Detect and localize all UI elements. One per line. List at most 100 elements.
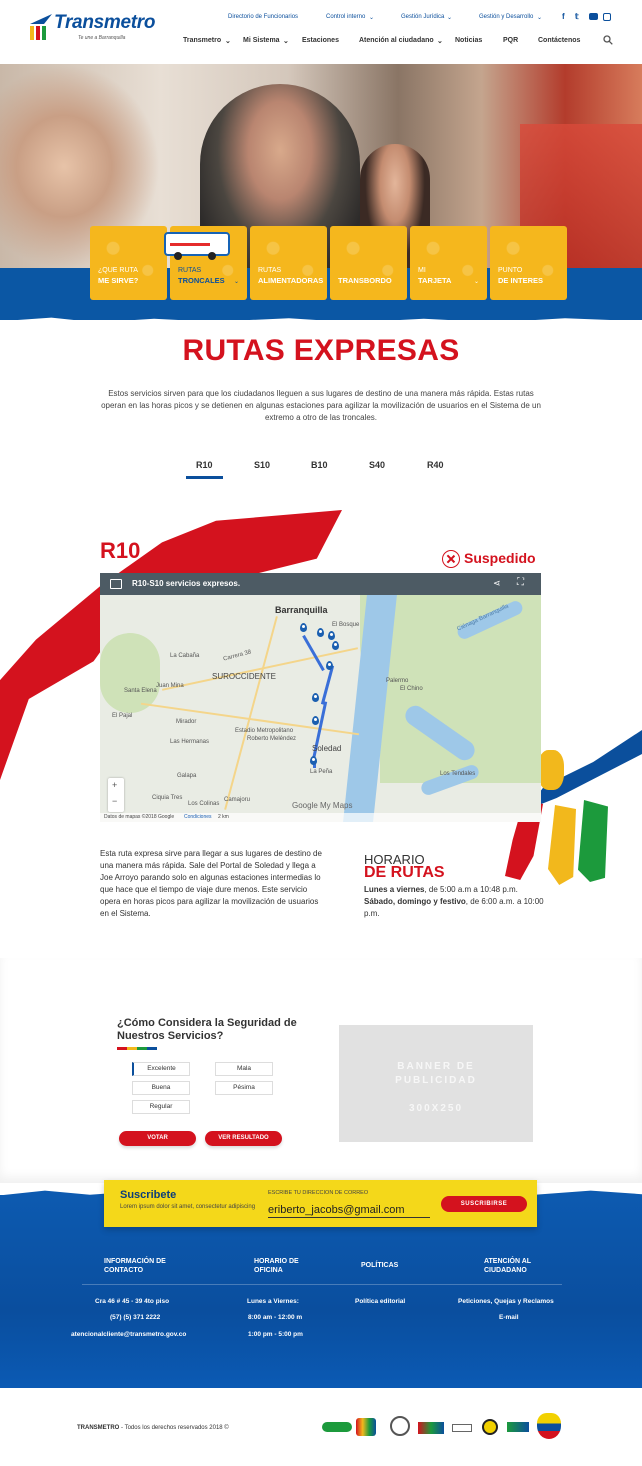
- tile-label-line1: ¿Que ruta: [98, 267, 138, 274]
- footer-phone[interactable]: (57) (5) 371 2222: [110, 1314, 160, 1321]
- map-label: Mirador: [176, 719, 197, 725]
- partner-logo-ritmo[interactable]: [322, 1416, 352, 1440]
- top-link-gestion-desarrollo[interactable]: Gestión y Desarrollo: [479, 14, 533, 20]
- map-menu-icon[interactable]: [110, 579, 122, 589]
- map-station-pin[interactable]: [300, 623, 307, 632]
- partner-logo-transmetro-badge[interactable]: [482, 1416, 502, 1440]
- copyright-text: - Todos los derechos reservados 2018 ©: [121, 1425, 229, 1431]
- partner-logo-findeter[interactable]: [507, 1416, 531, 1440]
- map-label: Galapa: [177, 773, 197, 779]
- footer-email[interactable]: atencionalcliente@transmetro.gov.co: [71, 1331, 186, 1338]
- zoom-out-icon[interactable]: −: [112, 796, 117, 806]
- poll-option-mala[interactable]: Mala: [215, 1062, 273, 1076]
- map-title: R10-S10 servicios expresos.: [132, 579, 241, 588]
- tile-pattern: [490, 226, 567, 300]
- partner-logo-biky[interactable]: [452, 1416, 474, 1440]
- route-map[interactable]: Barranquilla SUROCCIDENTE Soledad Estadi…: [100, 573, 541, 822]
- tab-s40[interactable]: S40: [369, 460, 385, 470]
- instagram-icon[interactable]: [603, 13, 611, 21]
- tile-label-line2: Tarjeta: [418, 276, 452, 285]
- fullscreen-icon[interactable]: ⛶: [517, 577, 524, 588]
- nav-atencion-ciudadano[interactable]: Atención al ciudadano: [359, 37, 434, 44]
- map-label: Barranquilla: [275, 605, 328, 615]
- chevron-down-icon: ⌄: [537, 15, 543, 21]
- decor-brush-yellow: [538, 750, 564, 790]
- map-green-area: [100, 633, 160, 713]
- map-conditions-link[interactable]: Condiciones: [184, 814, 212, 820]
- schedule-weekend: Sábado, domingo y festivo, de 6:00 a.m. …: [364, 896, 544, 920]
- map-label: La Cabaña: [170, 653, 200, 659]
- poll-option-pesima[interactable]: Pésima: [215, 1081, 273, 1095]
- vote-button[interactable]: VOTAR: [119, 1131, 196, 1146]
- partner-logo-shape: [390, 1416, 410, 1436]
- map-station-pin[interactable]: [332, 641, 339, 650]
- tab-b10[interactable]: B10: [311, 460, 328, 470]
- logo-text: Transmetro: [54, 12, 156, 33]
- poll-option-regular[interactable]: Regular: [132, 1100, 190, 1114]
- map-title-bar: R10-S10 servicios expresos. ⋖ ⛶: [100, 573, 541, 595]
- footer-hours-morning: 8:00 am - 12:00 m: [248, 1314, 303, 1321]
- tile-rutas-alimentadoras[interactable]: Rutas Alimentadoras: [250, 226, 327, 300]
- map-station-pin[interactable]: [326, 661, 333, 670]
- nav-pqr[interactable]: PQR: [503, 37, 518, 44]
- footer-link-email[interactable]: E-mail: [499, 1314, 519, 1321]
- tile-mi-tarjeta[interactable]: Mi Tarjeta ⌄: [410, 226, 487, 300]
- map-label: Las Hermanas: [170, 739, 210, 745]
- view-results-button[interactable]: VER RESULTADO: [205, 1131, 282, 1146]
- chevron-down-icon: ⌄: [369, 15, 375, 21]
- poll-option-excelente[interactable]: Excelente: [132, 1062, 190, 1076]
- tile-label-line1: Mi: [418, 267, 426, 274]
- youtube-icon[interactable]: [589, 13, 598, 20]
- tab-r10[interactable]: R10: [196, 460, 213, 470]
- tab-r40[interactable]: R40: [427, 460, 444, 470]
- tile-que-ruta[interactable]: ¿Que ruta me sirve?: [90, 226, 167, 300]
- poll-option-buena[interactable]: Buena: [132, 1081, 190, 1095]
- nav-noticias[interactable]: Noticias: [455, 37, 482, 44]
- bus-wheel: [208, 252, 216, 260]
- route-status-text: Suspedido: [464, 550, 536, 566]
- subscribe-button[interactable]: SUSCRIBIRSE: [441, 1196, 527, 1212]
- poll-color-stripe: [117, 1047, 157, 1050]
- tile-label-line1: Rutas: [258, 267, 282, 274]
- nav-mi-sistema[interactable]: Mi Sistema: [243, 37, 280, 44]
- nav-contactenos[interactable]: Contáctenos: [538, 37, 580, 44]
- map-station-pin[interactable]: [310, 756, 317, 765]
- facebook-icon[interactable]: f: [562, 12, 565, 21]
- tab-s10[interactable]: S10: [254, 460, 270, 470]
- route-tabs: R10 S10 B10 S40 R40: [0, 460, 642, 482]
- twitter-icon[interactable]: 𝕥: [575, 12, 579, 21]
- top-link-gestion-juridica[interactable]: Gestión Jurídica: [401, 14, 444, 20]
- partner-logo-colombia[interactable]: [537, 1413, 563, 1441]
- partner-logo-shape: [482, 1419, 498, 1435]
- top-link-directorio[interactable]: Directorio de Funcionarios: [228, 14, 298, 20]
- partner-logo-gobierno[interactable]: [356, 1416, 382, 1440]
- copyright: TRANSMETRO - Todos los derechos reservad…: [77, 1425, 229, 1431]
- route-tiles: ¿Que ruta me sirve? Rutas Troncales ⌄ Ru…: [90, 226, 568, 300]
- nav-estaciones[interactable]: Estaciones: [302, 37, 339, 44]
- map-station-pin[interactable]: [328, 631, 335, 640]
- search-icon[interactable]: [603, 35, 613, 45]
- footer-link-politica[interactable]: Política editorial: [355, 1298, 405, 1305]
- footer-link-pqr[interactable]: Peticiones, Quejas y Reclamos: [458, 1298, 554, 1305]
- footer-heading-line: CIUDADANO: [484, 1267, 527, 1274]
- map-attribution-text: Datos de mapas ©2018 Google: [104, 814, 175, 820]
- partner-logo-shape: [452, 1424, 472, 1432]
- partner-logo-alcaldia[interactable]: [390, 1416, 412, 1440]
- top-link-control-interno[interactable]: Control interno: [326, 14, 365, 20]
- footer-hours-label: Lunes a Viernes:: [247, 1298, 299, 1305]
- footer-divider: [82, 1284, 562, 1285]
- map-station-pin[interactable]: [317, 628, 324, 637]
- tile-punto-interes[interactable]: Punto de interes: [490, 226, 567, 300]
- partner-logo-amb[interactable]: [418, 1416, 446, 1440]
- tile-label-line2: Alimentadoras: [258, 276, 324, 285]
- decor-brush-green: [578, 800, 608, 882]
- tile-transbordo[interactable]: Transbordo: [330, 226, 407, 300]
- map-station-pin[interactable]: [312, 693, 319, 702]
- map-station-pin[interactable]: [312, 716, 319, 725]
- nav-transmetro[interactable]: Transmetro: [183, 37, 221, 44]
- share-icon[interactable]: ⋖: [493, 578, 501, 589]
- map-label: Los Tendales: [440, 771, 476, 777]
- zoom-in-icon[interactable]: +: [112, 780, 117, 790]
- email-field[interactable]: [268, 1202, 430, 1218]
- ad-banner[interactable]: BANNER DE PUBLICIDAD 300X250: [339, 1025, 533, 1142]
